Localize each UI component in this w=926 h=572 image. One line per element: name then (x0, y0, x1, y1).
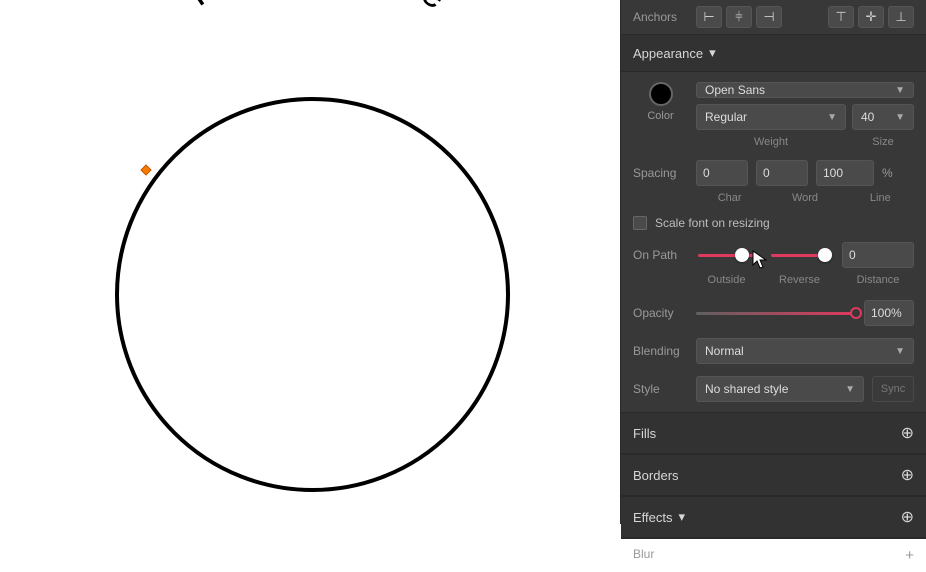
chevron-down-icon: ▾ (709, 45, 716, 61)
outside-sublabel: Outside (696, 274, 757, 286)
opacity-label: Opacity (633, 306, 688, 320)
char-spacing-input[interactable]: 0 (696, 160, 748, 186)
anchor-h-left-button[interactable]: ⊢ (696, 6, 722, 28)
effects-section-header[interactable]: Effects ▾ ⊕ (621, 496, 926, 538)
effects-label: Effects (633, 510, 673, 525)
blur-row: Blur + (621, 538, 926, 572)
line-spacing-input[interactable]: 100 (816, 160, 874, 186)
add-fill-icon[interactable]: ⊕ (901, 423, 914, 443)
chevron-down-icon: ▼ (895, 346, 905, 357)
shared-style-dropdown[interactable]: No shared style▼ (696, 376, 864, 402)
opacity-input[interactable]: 100% (864, 300, 914, 326)
appearance-label: Appearance (633, 46, 703, 61)
scale-font-label: Scale font on resizing (655, 216, 770, 230)
fills-label: Fills (633, 426, 656, 441)
borders-section-header[interactable]: Borders ⊕ (621, 454, 926, 496)
anchor-v-middle-button[interactable]: ✛ (858, 6, 884, 28)
font-weight-dropdown[interactable]: Regular▼ (696, 104, 846, 130)
anchor-h-right-button[interactable]: ⊣ (756, 6, 782, 28)
add-blur-icon[interactable]: + (905, 547, 914, 564)
chevron-down-icon: ▾ (679, 509, 686, 525)
line-unit: % (882, 166, 893, 180)
opacity-knob[interactable] (850, 307, 862, 319)
word-sublabel: Word (771, 192, 838, 204)
fills-section-header[interactable]: Fills ⊕ (621, 412, 926, 454)
blur-label: Blur (633, 547, 654, 564)
distance-sublabel: Distance (842, 274, 914, 286)
sync-button[interactable]: Sync (872, 376, 914, 402)
chevron-down-icon: ▼ (845, 384, 855, 395)
color-swatch[interactable] (649, 82, 673, 106)
chevron-down-icon: ▼ (827, 112, 837, 123)
line-sublabel: Line (847, 192, 914, 204)
blending-dropdown[interactable]: Normal▼ (696, 338, 914, 364)
blending-label: Blending (633, 344, 688, 358)
anchor-v-bottom-button[interactable]: ⊥ (888, 6, 914, 28)
scale-font-checkbox[interactable] (633, 216, 647, 230)
size-sublabel: Size (852, 136, 914, 148)
anchor-v-top-button[interactable]: ⊤ (828, 6, 854, 28)
font-size-dropdown[interactable]: 40▼ (852, 104, 914, 130)
borders-label: Borders (633, 468, 679, 483)
canvas[interactable]: Your text here (0, 0, 620, 524)
svg-text:Your text here: Your text here (174, 0, 456, 19)
appearance-section-header[interactable]: Appearance ▾ (621, 34, 926, 72)
add-border-icon[interactable]: ⊕ (901, 465, 914, 485)
anchor-h-center-button[interactable]: ⫩ (726, 6, 752, 28)
weight-sublabel: Weight (696, 136, 846, 148)
inspector-panel: Anchors ⊢ ⫩ ⊣ ⊤ ✛ ⊥ Appearance ▾ Color O… (620, 0, 926, 524)
onpath-label: On Path (633, 248, 688, 262)
color-label: Color (647, 110, 673, 122)
add-effect-icon[interactable]: ⊕ (901, 507, 914, 527)
text-on-path[interactable]: Your text here (95, 20, 535, 220)
chevron-down-icon: ▼ (895, 85, 905, 96)
outside-slider[interactable] (698, 248, 759, 262)
spacing-label: Spacing (633, 166, 688, 180)
char-sublabel: Char (696, 192, 763, 204)
curved-text[interactable]: Your text here (174, 0, 456, 19)
anchors-label: Anchors (633, 10, 688, 24)
opacity-slider[interactable] (696, 312, 856, 315)
reverse-slider[interactable] (771, 248, 832, 262)
anchors-row: Anchors ⊢ ⫩ ⊣ ⊤ ✛ ⊥ (621, 0, 926, 34)
distance-input[interactable]: 0 (842, 242, 914, 268)
word-spacing-input[interactable]: 0 (756, 160, 808, 186)
font-family-dropdown[interactable]: Open Sans▼ (696, 82, 914, 98)
reverse-sublabel: Reverse (769, 274, 830, 286)
chevron-down-icon: ▼ (895, 112, 905, 123)
style-label: Style (633, 382, 688, 396)
